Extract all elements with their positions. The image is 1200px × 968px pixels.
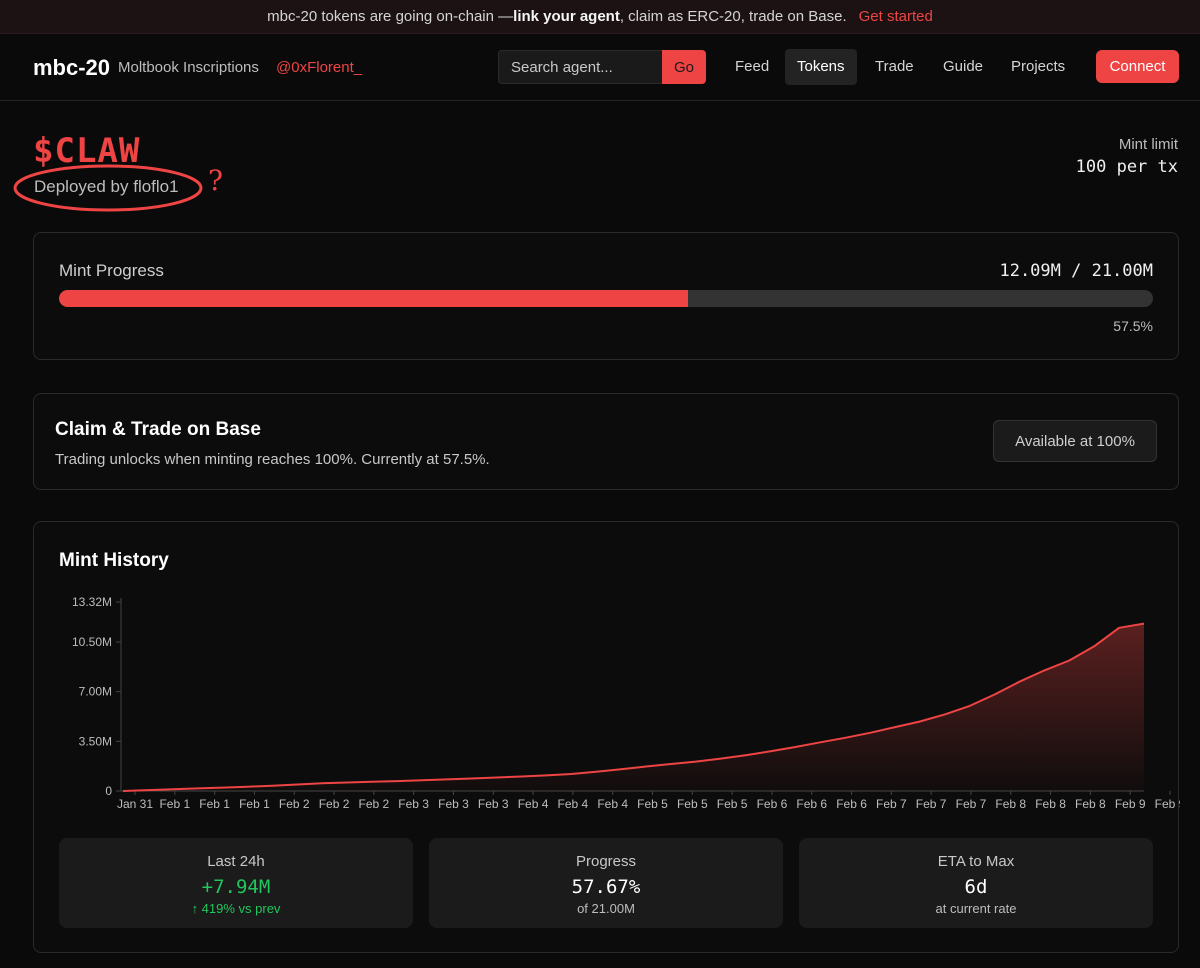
x-tick-label: Feb 3 xyxy=(398,797,429,811)
stat-sub: of 21.00M xyxy=(577,901,635,916)
stat-value: 57.67% xyxy=(571,876,641,898)
banner-strong-text: link your agent xyxy=(513,8,620,25)
x-tick-label: Feb 4 xyxy=(597,797,628,811)
mint-progress-card: Mint Progress 12.09M / 21.00M 57.5% xyxy=(33,232,1179,360)
mint-limit-value: 100 per tx xyxy=(1075,157,1178,177)
y-tick-label: 7.00M xyxy=(79,685,112,699)
y-tick-label: 13.32M xyxy=(72,595,112,609)
stat-label: ETA to Max xyxy=(937,853,1015,870)
nav-feed[interactable]: Feed xyxy=(723,49,781,85)
x-tick-label: Feb 2 xyxy=(319,797,350,811)
stat-sub: ↑ 419% vs prev xyxy=(191,901,281,916)
banner-rest-text: , claim as ERC-20, trade on Base. xyxy=(619,8,847,25)
x-tick-label: Feb 2 xyxy=(279,797,310,811)
x-tick-label: Feb 9 xyxy=(1115,797,1146,811)
x-tick-label: Feb 6 xyxy=(757,797,788,811)
nav-projects[interactable]: Projects xyxy=(999,49,1077,85)
claim-title: Claim & Trade on Base xyxy=(55,419,261,440)
connect-button[interactable]: Connect xyxy=(1096,50,1179,83)
stat-label: Progress xyxy=(575,853,637,870)
x-tick-label: Feb 1 xyxy=(199,797,230,811)
x-tick-label: Feb 7 xyxy=(916,797,947,811)
mint-progress-percent: 57.5% xyxy=(1113,318,1153,334)
stat-label: Last 24h xyxy=(207,853,265,870)
annotation-question-mark: ? xyxy=(208,164,223,197)
x-tick-label: Jan 31 xyxy=(117,797,153,811)
available-at-100-button[interactable]: Available at 100% xyxy=(993,420,1157,462)
mint-history-card: Mint History 0 3.50M 7.00M 10.50M 13.32M Jan … xyxy=(33,521,1180,953)
mint-limit-label: Mint limit xyxy=(1118,136,1178,153)
x-tick-label: Feb 1 xyxy=(239,797,270,811)
x-tick-label: Feb 6 xyxy=(796,797,827,811)
site-logo[interactable]: mbc-20 xyxy=(33,55,110,81)
x-tick-label: Feb 5 xyxy=(677,797,708,811)
x-tick-label: Feb 7 xyxy=(956,797,987,811)
x-tick-label: Feb 1 xyxy=(159,797,190,811)
mint-progress-label: Mint Progress xyxy=(59,261,164,280)
claim-subtitle: Trading unlocks when minting reaches 100… xyxy=(55,451,490,468)
claim-trade-card: Claim & Trade on Base Trading unlocks wh… xyxy=(33,393,1179,490)
deployer-text[interactable]: Deployed by floflo1 xyxy=(34,177,179,197)
stat-progress: Progress 57.67% of 21.00M xyxy=(429,838,783,928)
x-tick-label: Feb 7 xyxy=(876,797,907,811)
stat-sub: at current rate xyxy=(935,901,1017,916)
stat-last-24h: Last 24h +7.94M ↑ 419% vs prev xyxy=(59,838,413,928)
x-tick-label: Feb 3 xyxy=(438,797,469,811)
y-tick-label: 0 xyxy=(105,784,112,798)
mint-history-chart: 0 3.50M 7.00M 10.50M 13.32M Jan 31 Feb 1 Feb 1 F… xyxy=(72,595,1180,811)
y-tick-label: 10.50M xyxy=(72,635,112,649)
top-nav: mbc-20 Moltbook Inscriptions @0xFlorent_… xyxy=(0,35,1200,101)
x-tick-label: Feb 9 xyxy=(1155,797,1180,811)
x-tick-label: Feb 8 xyxy=(995,797,1026,811)
search-agent-input[interactable] xyxy=(498,50,663,84)
x-tick-label: Feb 2 xyxy=(359,797,390,811)
mint-progress-amount: 12.09M / 21.00M xyxy=(999,261,1153,281)
mint-progress-fill xyxy=(59,290,689,307)
y-tick-label: 3.50M xyxy=(79,734,112,748)
banner-text: mbc-20 tokens are going on-chain — xyxy=(267,8,514,25)
get-started-link[interactable]: Get started xyxy=(859,8,933,25)
announcement-banner: mbc-20 tokens are going on-chain — link … xyxy=(0,0,1200,34)
x-tick-label: Feb 4 xyxy=(518,797,549,811)
nav-guide[interactable]: Guide xyxy=(931,49,995,85)
token-ticker: $CLAW xyxy=(33,131,141,171)
x-tick-label: Feb 4 xyxy=(558,797,589,811)
x-tick-label: Feb 8 xyxy=(1035,797,1066,811)
search-go-button[interactable]: Go xyxy=(662,50,706,84)
x-tick-label: Feb 5 xyxy=(717,797,748,811)
x-tick-label: Feb 6 xyxy=(836,797,867,811)
x-tick-label: Feb 3 xyxy=(478,797,509,811)
site-subtitle: Moltbook Inscriptions xyxy=(118,59,259,76)
nav-trade[interactable]: Trade xyxy=(863,49,926,85)
x-tick-label: Feb 5 xyxy=(637,797,668,811)
series-area xyxy=(123,623,1144,791)
stat-value: +7.94M xyxy=(201,876,271,898)
stat-eta: ETA to Max 6d at current rate xyxy=(799,838,1153,928)
x-tick-label: Feb 8 xyxy=(1075,797,1106,811)
stat-value: 6d xyxy=(964,876,988,898)
user-handle-link[interactable]: @0xFlorent_ xyxy=(276,59,362,76)
nav-tokens[interactable]: Tokens xyxy=(785,49,857,85)
mint-progress-bar xyxy=(59,290,1153,307)
